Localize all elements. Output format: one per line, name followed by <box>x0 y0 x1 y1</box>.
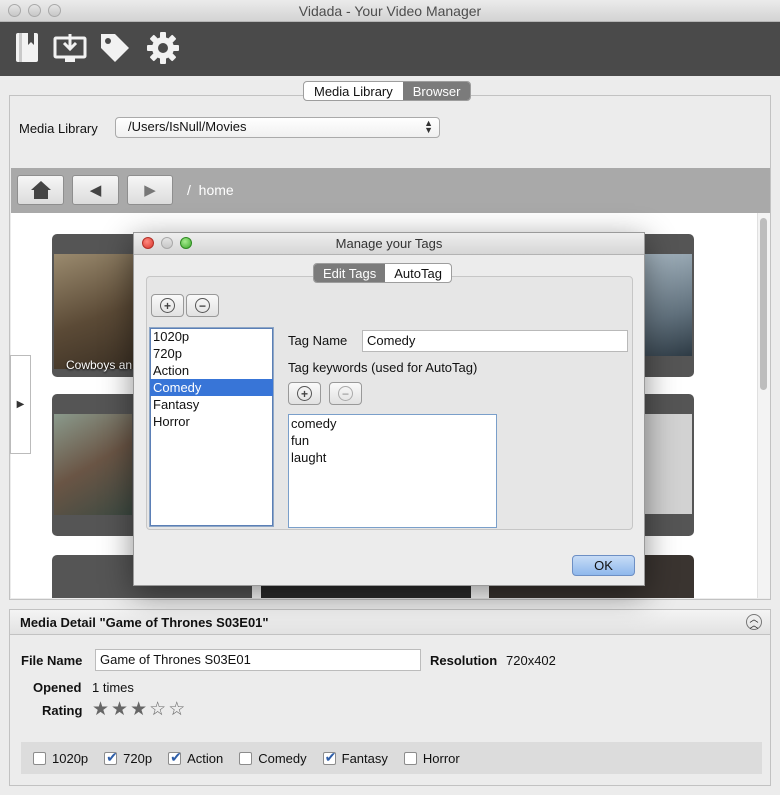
tab-browser[interactable]: Browser <box>402 82 471 100</box>
checkbox[interactable] <box>403 751 417 765</box>
checkbox[interactable]: ✔ <box>322 748 337 765</box>
media-thumbnail <box>54 254 134 369</box>
resolution-value: 720x402 <box>506 653 556 668</box>
opened-label: Opened <box>33 680 82 695</box>
download-icon[interactable] <box>50 28 90 68</box>
minus-icon: − <box>195 298 210 313</box>
list-item[interactable]: Fantasy <box>150 396 273 413</box>
tag-checkbox-label: Action <box>187 750 224 766</box>
media-library-select[interactable]: /Users/IsNull/Movies ▲ ▼ <box>115 117 440 138</box>
checkbox[interactable]: ✔ <box>168 748 182 765</box>
home-button[interactable] <box>17 175 64 205</box>
tag-checkbox[interactable]: ✔ 720p <box>104 748 153 766</box>
collapse-chevron-icon[interactable]: ︿ ︿ <box>746 614 762 630</box>
add-tag-button[interactable]: + <box>151 294 184 317</box>
tag-checkbox-label: Fantasy <box>341 750 388 766</box>
star-filled-icon[interactable]: ★ <box>92 698 109 721</box>
file-name-input[interactable]: Game of Thrones S03E01 <box>95 649 421 671</box>
media-thumbnail <box>639 414 692 514</box>
navigation-bar <box>11 168 770 213</box>
tag-checkbox-row: 1020p ✔ 720p ✔ Action Comedy ✔ Fantasy Horror <box>21 742 762 774</box>
forward-button[interactable]: ▶ <box>127 175 173 205</box>
expand-arrow-icon: ▶ <box>16 399 25 410</box>
tag-checkbox[interactable]: Horror <box>403 750 460 766</box>
tag-keywords-label: Tag keywords (used for AutoTag) <box>288 360 478 375</box>
file-name-label: File Name <box>21 653 83 668</box>
remove-tag-button[interactable]: − <box>186 294 219 317</box>
star-filled-icon[interactable]: ★ <box>130 698 147 721</box>
tag-checkbox-label: Horror <box>422 750 460 766</box>
checkbox[interactable]: ✔ <box>104 748 118 765</box>
minus-icon: − <box>338 386 353 401</box>
media-thumbnail <box>639 254 692 356</box>
add-keyword-button[interactable]: + <box>288 382 321 405</box>
resolution-label: Resolution <box>430 653 498 668</box>
list-item[interactable]: 1020p <box>150 328 273 345</box>
view-tabs: Media Library Browser <box>303 81 472 101</box>
tag-list[interactable]: 1020p 720p Action Comedy Fantasy Horror <box>149 327 274 527</box>
window-title: Vidada - Your Video Manager <box>298 3 482 19</box>
manage-tags-dialog: Manage your Tags Edit Tags AutoTag + − 1… <box>133 232 645 586</box>
tag-checkbox-label: Comedy <box>258 750 307 766</box>
plus-icon: + <box>160 298 175 313</box>
star-filled-icon[interactable]: ★ <box>111 698 128 721</box>
forward-arrow-icon: ▶ <box>144 182 156 199</box>
media-caption: Cowboys an <box>66 358 133 372</box>
dialog-title: Manage your Tags <box>335 236 443 251</box>
checkmark-icon: ✔ <box>324 748 337 765</box>
select-arrows-icon: ▲ ▼ <box>424 118 433 135</box>
back-arrow-icon: ◀ <box>89 182 102 199</box>
tag-name-input[interactable]: Comedy <box>362 330 628 352</box>
media-thumbnail <box>54 414 132 515</box>
home-icon <box>30 181 51 199</box>
expand-sidebar-button[interactable]: ▶ <box>10 355 31 454</box>
tag-checkbox[interactable]: 1020p <box>33 751 88 766</box>
rating-stars[interactable]: ★ ★ ★ ☆ ☆ <box>92 698 185 721</box>
star-empty-icon[interactable]: ☆ <box>149 698 166 721</box>
tab-media-library[interactable]: Media Library <box>304 82 403 100</box>
gear-icon[interactable] <box>143 28 183 68</box>
dialog-titlebar: Manage your Tags <box>134 233 644 255</box>
star-empty-icon[interactable]: ☆ <box>168 698 185 721</box>
tab-edit-tags[interactable]: Edit Tags <box>314 264 386 282</box>
media-detail-title: Media Detail "Game of Thrones S03E01" <box>20 615 269 630</box>
remove-keyword-button[interactable]: − <box>329 382 362 405</box>
tag-name-label: Tag Name <box>288 333 348 348</box>
list-item[interactable]: laught <box>289 449 496 466</box>
tag-checkbox[interactable]: ✔ Fantasy <box>322 748 388 766</box>
list-item[interactable]: Comedy <box>150 379 273 396</box>
tag-icon[interactable] <box>95 28 135 68</box>
keyword-list[interactable]: comedy fun laught <box>288 414 497 528</box>
tag-checkbox-label: 1020p <box>52 750 89 766</box>
list-item[interactable]: comedy <box>289 415 496 432</box>
list-item[interactable]: fun <box>289 432 496 449</box>
library-icon[interactable] <box>8 28 48 68</box>
tab-autotag[interactable]: AutoTag <box>385 264 451 282</box>
list-item[interactable]: 720p <box>150 345 273 362</box>
plus-icon: + <box>297 386 312 401</box>
grid-scrollbar-thumb[interactable] <box>760 218 767 390</box>
media-library-path: /Users/IsNull/Movies <box>128 119 247 134</box>
dialog-tabs: Edit Tags AutoTag <box>313 263 452 283</box>
checkbox[interactable] <box>239 751 253 765</box>
tag-checkbox[interactable]: Comedy <box>239 750 307 766</box>
checkmark-icon: ✔ <box>106 748 118 765</box>
list-item[interactable]: Horror <box>150 413 273 430</box>
tag-checkbox[interactable]: ✔ Action <box>168 748 224 766</box>
checkbox[interactable] <box>33 751 46 765</box>
rating-label: Rating <box>42 703 83 718</box>
breadcrumb: / home <box>187 182 234 198</box>
checkmark-icon: ✔ <box>170 748 182 765</box>
opened-value: 1 times <box>92 680 134 695</box>
list-item[interactable]: Action <box>150 362 273 379</box>
ok-button[interactable]: OK <box>572 555 635 576</box>
tag-checkbox-label: 720p <box>123 750 153 766</box>
media-library-label: Media Library <box>19 121 98 136</box>
back-button[interactable]: ◀ <box>72 175 119 205</box>
